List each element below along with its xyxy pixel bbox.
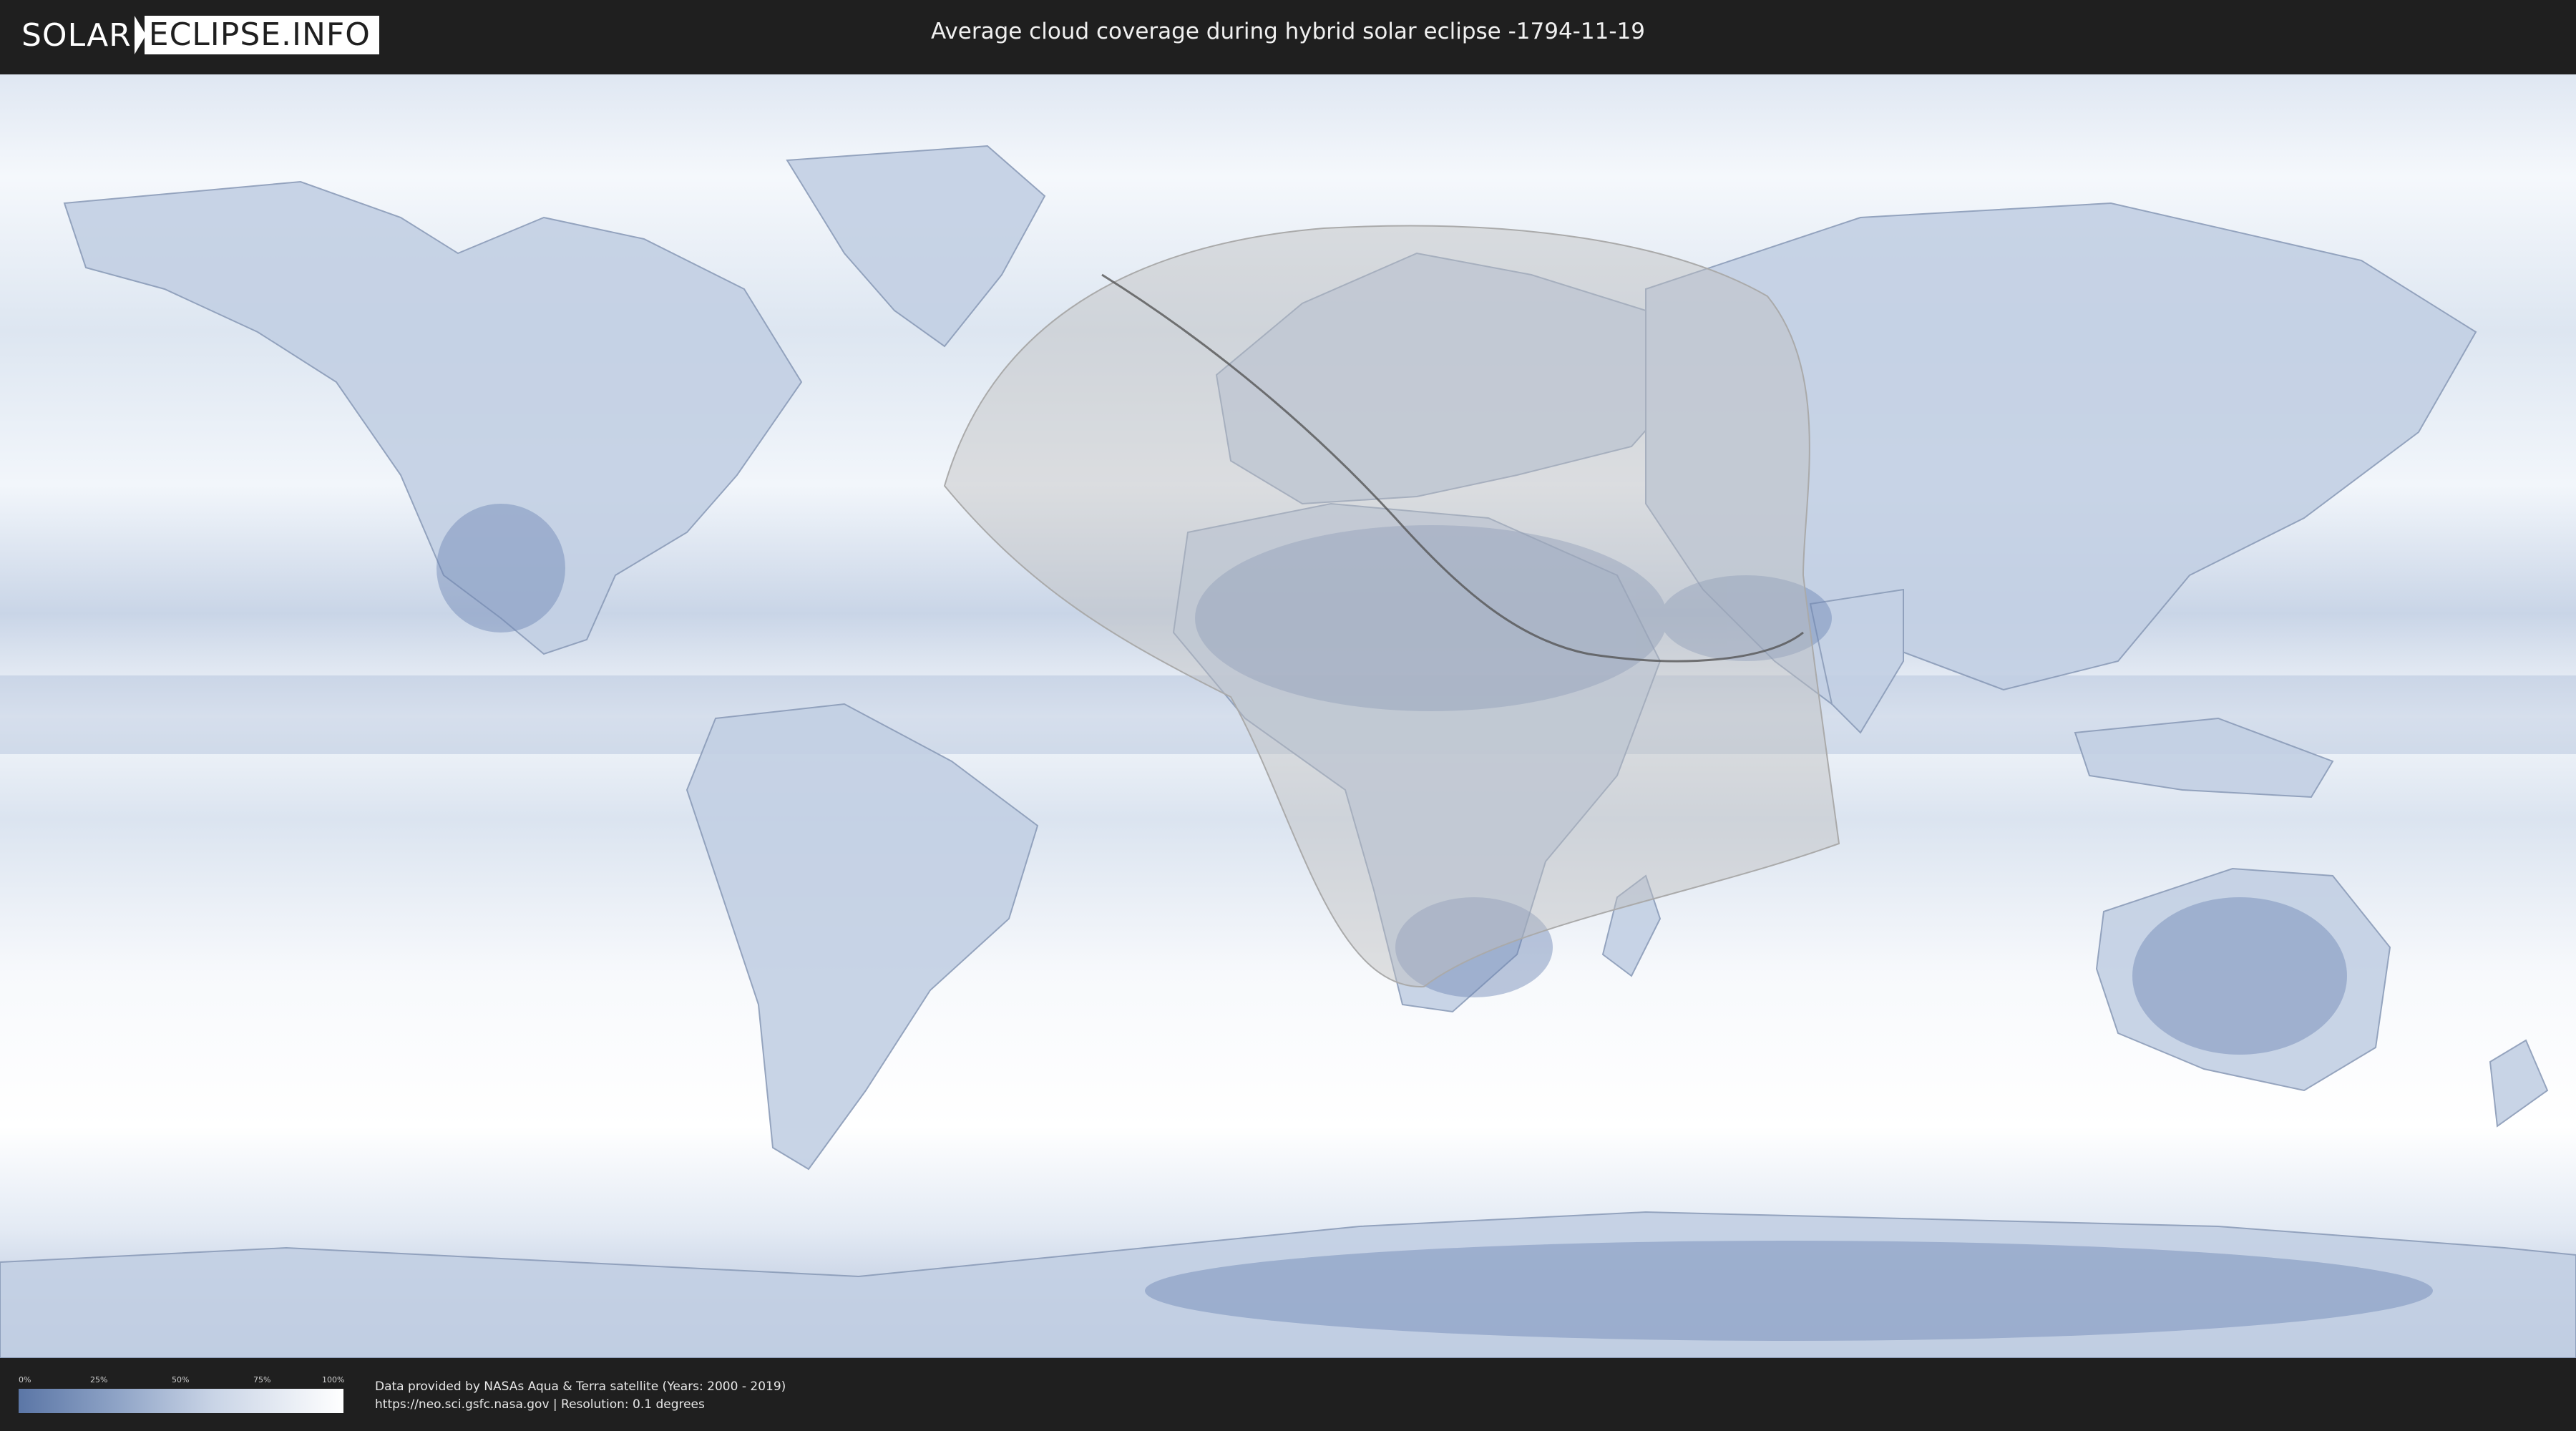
- mexico-clear-sky: [436, 504, 565, 633]
- legend-tick-0: 0%: [19, 1375, 31, 1384]
- legend-tick-25: 25%: [90, 1375, 108, 1384]
- cloud-coverage-map[interactable]: [0, 74, 2576, 1358]
- data-source-link[interactable]: https://neo.sci.gsfc.nasa.gov | Resoluti…: [375, 1397, 705, 1412]
- legend-scale-labels: 0% 25% 50% 75% 100%: [19, 1375, 345, 1385]
- data-credit-line: Data provided by NASAs Aqua & Terra sate…: [375, 1379, 786, 1394]
- legend-tick-100: 100%: [322, 1375, 345, 1384]
- header-bar: SOLAR ECLIPSE.INFO Average cloud coverag…: [0, 0, 2576, 72]
- page-title: Average cloud coverage during hybrid sol…: [931, 19, 1645, 44]
- antarctic-clear-band: [1145, 1241, 2433, 1341]
- legend-tick-75: 75%: [253, 1375, 271, 1384]
- australia-clear-sky: [2132, 897, 2347, 1055]
- cloud-coverage-legend-gradient: [19, 1389, 343, 1413]
- legend-tick-50: 50%: [172, 1375, 190, 1384]
- map-svg: [0, 74, 2576, 1358]
- footer-bar: [0, 1359, 2576, 1431]
